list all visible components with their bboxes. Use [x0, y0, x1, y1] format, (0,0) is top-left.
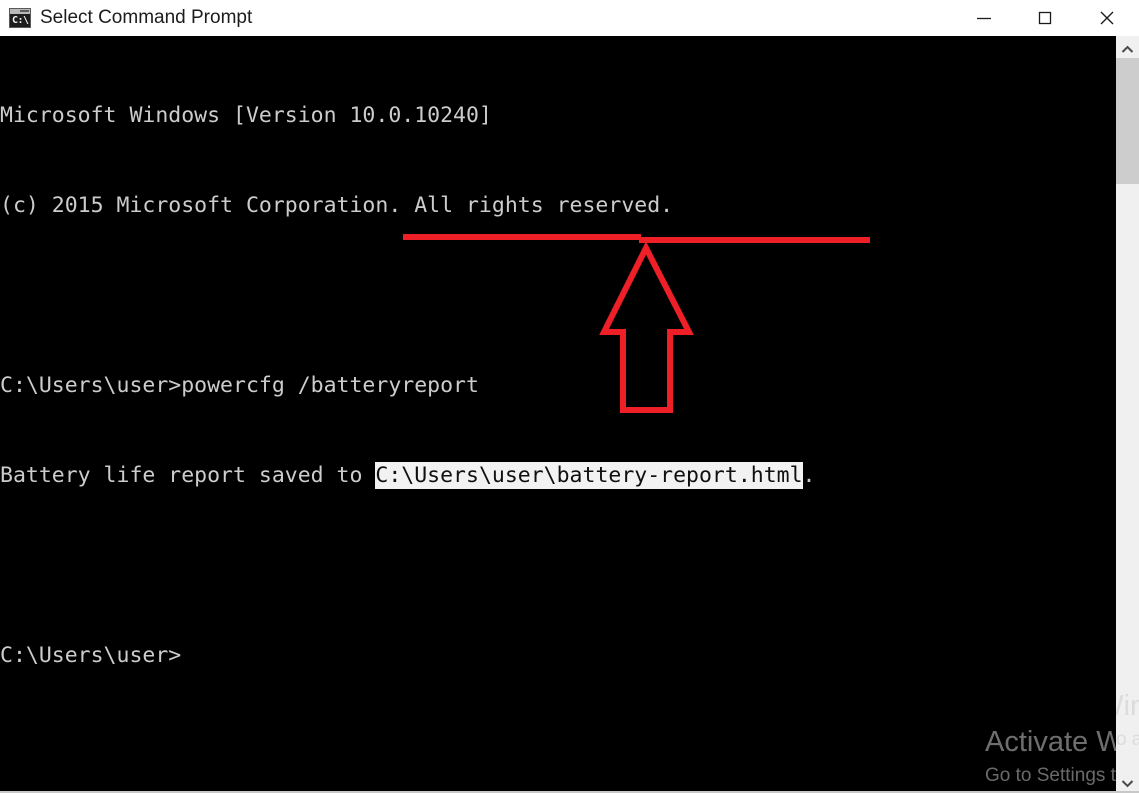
watermark-title-overflow: Activate Windows [1116, 690, 1139, 722]
activate-windows-watermark-overflow: Activate Windows Go to Settings to activ… [1116, 686, 1139, 754]
selected-report-path[interactable]: C:\Users\user\battery-report.html [375, 462, 803, 489]
title-bar-left: C:\ Select Command Prompt [9, 0, 252, 36]
console-output-area[interactable]: Microsoft Windows [Version 10.0.10240] (… [0, 36, 1139, 791]
console-line-prompt: C:\Users\user> [0, 643, 182, 668]
console-line-blank-1 [0, 281, 1120, 311]
scrollbar-down-button[interactable] [1116, 770, 1139, 791]
watermark-title: Activate Windows [985, 726, 1116, 758]
activate-windows-watermark: Activate Windows Go to Settings to activ… [985, 722, 1116, 790]
cmd-icon: C:\ [9, 8, 31, 28]
cmd-icon-prompt-glyph: C:\ [12, 15, 29, 26]
close-icon [1100, 11, 1114, 25]
maximize-button[interactable] [1022, 0, 1068, 36]
chevron-up-icon [1121, 45, 1134, 53]
console-line-copyright: (c) 2015 Microsoft Corporation. All righ… [0, 193, 674, 218]
title-bar[interactable]: C:\ Select Command Prompt [0, 0, 1139, 37]
minimize-icon [977, 17, 991, 20]
watermark-subtitle: Go to Settings to activate Windows. [985, 765, 1116, 786]
command-prompt-window: C:\ Select Command Prompt Microsoft Wind… [0, 0, 1139, 793]
close-button[interactable] [1084, 0, 1130, 36]
activate-windows-watermark-clip: Activate Windows Go to Settings to activ… [985, 722, 1116, 791]
console-text-buffer: Microsoft Windows [Version 10.0.10240] (… [0, 41, 1120, 731]
console-line-version: Microsoft Windows [Version 10.0.10240] [0, 103, 492, 128]
console-line-command: C:\Users\user>powercfg /batteryreport [0, 373, 479, 398]
result-prefix-text: Battery life report saved to [0, 463, 376, 488]
up-arrow-annotation [599, 241, 694, 413]
result-suffix-text: . [802, 463, 816, 488]
minimize-button[interactable] [961, 0, 1007, 36]
scrollbar-up-button[interactable] [1116, 36, 1139, 57]
maximize-icon [1038, 11, 1052, 25]
activate-windows-watermark-overflow-clip: Activate Windows Go to Settings to activ… [1116, 686, 1139, 766]
console-line-blank-2 [0, 551, 1120, 581]
scrollbar-thumb[interactable] [1116, 58, 1139, 184]
chevron-down-icon [1121, 779, 1134, 787]
console-line-result: Battery life report saved to C:\Users\us… [0, 461, 1120, 491]
window-title: Select Command Prompt [40, 7, 253, 28]
watermark-subtitle-overflow: Go to Settings to activate Windows. [1116, 729, 1139, 750]
vertical-scrollbar[interactable]: Activate Windows Go to Settings to activ… [1116, 36, 1139, 791]
